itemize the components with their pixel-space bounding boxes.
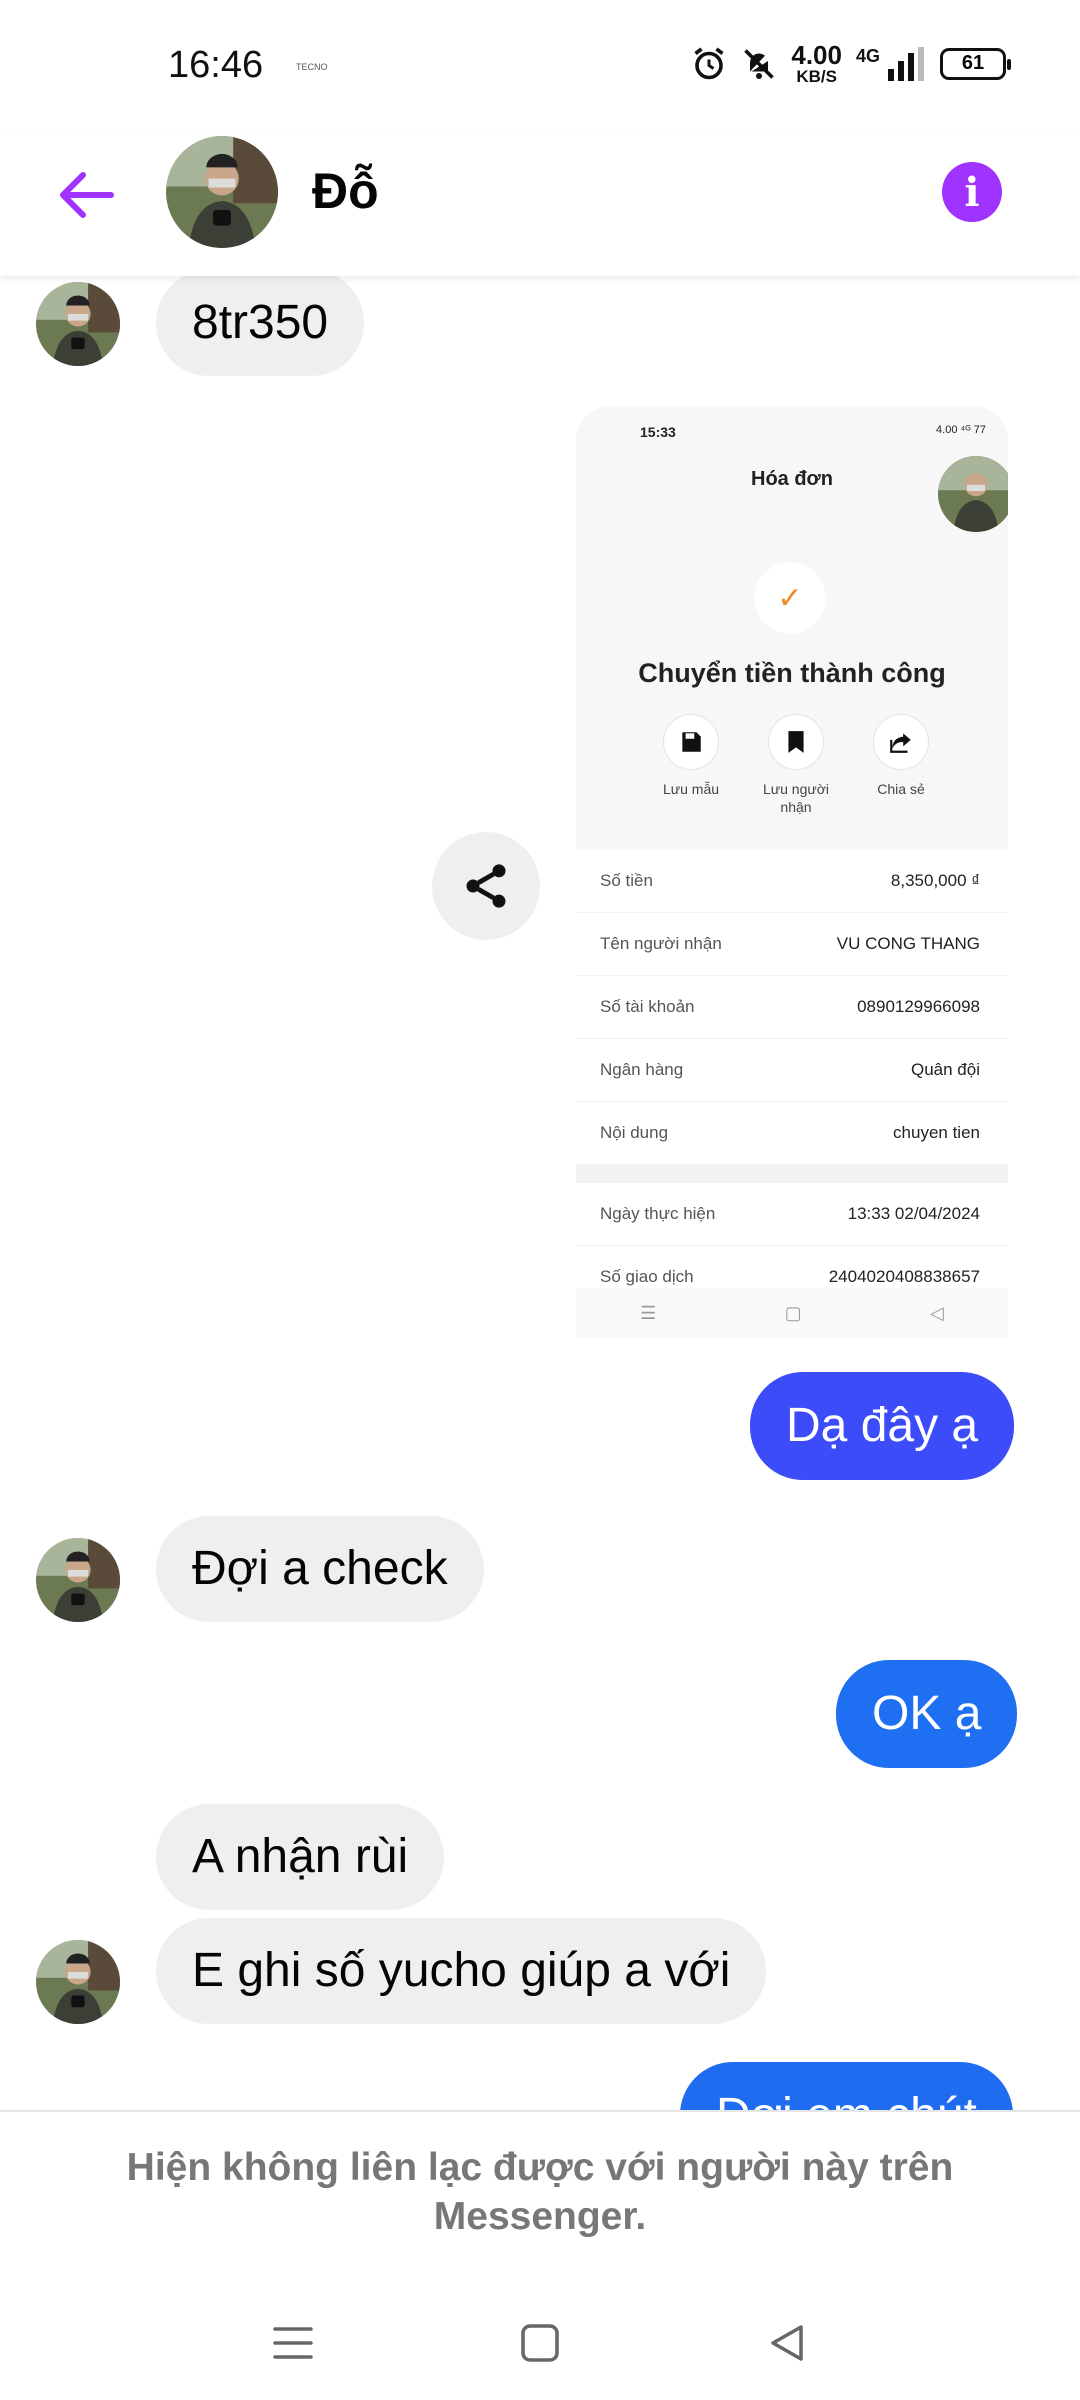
share-forward-icon	[890, 733, 911, 753]
system-nav-bar	[0, 2286, 1080, 2400]
message-list[interactable]: 8tr350 15:33 4.00 ⁴ᴳ 77 Hóa đơn ✓ Chuyển…	[0, 276, 1080, 2110]
message-bubble-incoming[interactable]: A nhận rùi	[156, 1804, 445, 1910]
receipt-action-save-recipient: Lưu người nhận	[751, 714, 841, 816]
info-button[interactable]: i	[942, 162, 1002, 222]
back-icon: ◁	[929, 1302, 944, 1323]
signal-icon	[888, 46, 924, 81]
receipt-action-save-template: Lưu mẫu	[646, 714, 736, 816]
receipt-row: Nội dung chuyen tien	[576, 1102, 1008, 1165]
status-icons: 4.00 KB/S 4G 61	[691, 40, 1011, 86]
unavailable-notice: Hiện không liên lạc được với người này t…	[0, 2110, 1080, 2286]
share-icon	[466, 864, 506, 908]
info-icon: i	[964, 168, 980, 216]
sender-avatar[interactable]	[36, 1538, 120, 1622]
receipt-row: Số tiền 8,350,000 ₫	[576, 850, 1008, 913]
message-bubble-incoming[interactable]: 8tr350	[156, 276, 365, 376]
home-square-icon	[521, 2324, 559, 2362]
success-check-icon: ✓	[754, 562, 826, 634]
contact-name[interactable]: Đỗ	[312, 162, 379, 220]
receipt-actions: Lưu mẫu Lưu người nhận Chia sẻ	[646, 714, 946, 816]
receipt-details: Số tiền 8,350,000 ₫ Tên người nhận VU CONG…	[576, 850, 1008, 1309]
conversation-header: Đỗ i	[0, 130, 1080, 276]
receipt-status-bar: 15:33 4.00 ⁴ᴳ 77	[640, 424, 986, 440]
unavailable-notice-text: Hiện không liên lạc được với người này t…	[126, 2146, 954, 2238]
avatar-image	[166, 136, 278, 248]
back-nav-button[interactable]	[757, 2313, 817, 2373]
receipt-row: Ngày thực hiện 13:33 02/04/2024	[576, 1183, 1008, 1246]
home-icon: ▢	[784, 1302, 802, 1323]
mute-icon	[744, 48, 775, 79]
back-button[interactable]	[50, 160, 120, 230]
save-icon	[682, 732, 701, 752]
receipt-row: Ngân hàng Quân đội	[576, 1039, 1008, 1102]
receipt-row: Số tài khoản 0890129966098	[576, 976, 1008, 1039]
menu-icon	[273, 2327, 314, 2359]
receipt-action-share: Chia sẻ	[856, 714, 946, 816]
message-bubble-outgoing[interactable]: Đợi em chút	[680, 2062, 1013, 2110]
sender-avatar[interactable]	[36, 282, 120, 366]
message-bubble-outgoing[interactable]: OK ạ	[836, 1660, 1018, 1768]
alarm-icon	[694, 47, 724, 79]
receipt-avatar	[938, 456, 1008, 532]
message-bubble-incoming[interactable]: E ghi số yucho giúp a với	[156, 1918, 767, 2024]
receipt-nav-bar: ☰ ▢ ◁	[576, 1288, 1008, 1338]
status-bar: 16:46 TECNO 4.00 KB/S 4G 61	[0, 0, 1080, 130]
contact-avatar[interactable]	[166, 136, 278, 248]
back-triangle-icon	[770, 2325, 803, 2361]
share-button[interactable]	[432, 832, 540, 940]
status-notification-label: TECNO	[296, 62, 328, 72]
message-bubble-incoming[interactable]: Đợi a check	[156, 1516, 484, 1622]
recents-button[interactable]	[263, 2313, 323, 2373]
home-button[interactable]	[510, 2313, 570, 2373]
battery-indicator: 61	[940, 47, 1011, 80]
receipt-row: Tên người nhận VU CONG THANG	[576, 913, 1008, 976]
transfer-success-text: Chuyển tiền thành công	[638, 658, 946, 688]
bookmark-icon	[788, 731, 804, 753]
status-time: 16:46	[168, 44, 264, 86]
network-speed: 4.00 KB/S	[791, 40, 842, 86]
receipt-divider	[576, 1165, 1008, 1183]
sender-avatar[interactable]	[36, 1940, 120, 2024]
message-bubble-outgoing[interactable]: Dạ đây ạ	[750, 1372, 1015, 1480]
receipt-screenshot-image[interactable]: 15:33 4.00 ⁴ᴳ 77 Hóa đơn ✓ Chuyển tiền t…	[576, 406, 1008, 1338]
menu-icon: ☰	[640, 1302, 657, 1323]
back-arrow-icon	[60, 172, 114, 218]
network-type: 4G	[855, 46, 880, 66]
